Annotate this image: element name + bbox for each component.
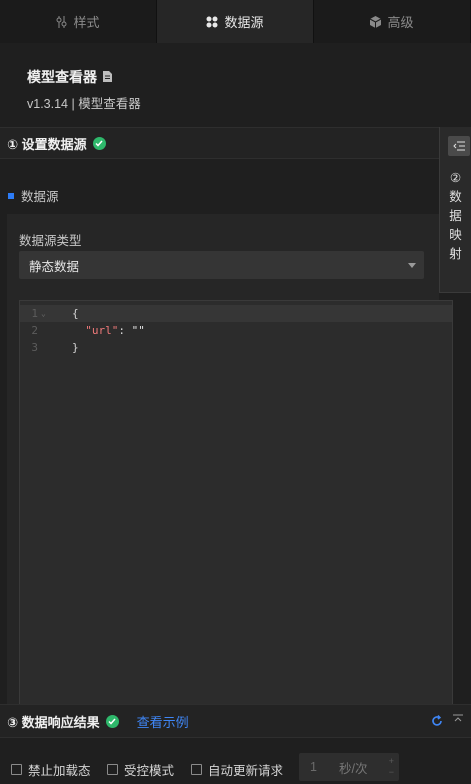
checkbox-box[interactable]	[191, 764, 202, 775]
line-number: 2	[31, 324, 38, 337]
component-title: 模型查看器	[27, 67, 112, 87]
disable-loading-label: 禁止加载态	[28, 764, 91, 778]
response-options-bar: 禁止加载态 受控模式 自动更新请求 1 秒/次 + −	[0, 737, 471, 784]
data-mapping-label: ②数据映射	[440, 169, 471, 264]
tab-datasource[interactable]: 数据源	[157, 0, 314, 43]
code-line: 3 }	[20, 339, 452, 356]
checkbox-box[interactable]	[11, 764, 22, 775]
controlled-mode-checkbox[interactable]: 受控模式	[107, 760, 174, 779]
code-text: "url": ""	[54, 324, 145, 337]
component-header: 模型查看器 v1.3.14 | 模型查看器	[0, 43, 471, 127]
code-colon: :	[118, 324, 132, 337]
disable-loading-checkbox[interactable]: 禁止加载态	[11, 760, 91, 779]
datasource-type-select[interactable]: 静态数据	[19, 251, 424, 279]
line-number: 1	[31, 307, 38, 320]
interval-unit: 秒/次	[339, 761, 368, 776]
code-editor[interactable]: 1 ⌄ { 2 "url": "" 3 }	[19, 300, 453, 704]
stepper-icon[interactable]: + −	[389, 756, 394, 778]
auto-update-checkbox[interactable]: 自动更新请求	[191, 760, 283, 779]
code-line: 1 ⌄ {	[20, 305, 452, 322]
tab-advanced[interactable]: 高级	[314, 0, 471, 43]
sliders-icon	[56, 15, 67, 28]
tab-advanced-label: 高级	[387, 15, 414, 30]
tab-style[interactable]: 样式	[0, 0, 157, 43]
document-icon[interactable]	[103, 69, 112, 85]
tab-style-label: 样式	[73, 15, 100, 30]
interval-value: 1	[310, 760, 317, 774]
check-circle-icon	[105, 714, 119, 728]
data-mapping-text: ②数据映射	[449, 171, 462, 261]
section-set-datasource[interactable]: ① 设置数据源	[0, 127, 439, 159]
code-value: ""	[131, 324, 145, 337]
section-response-result-label: ③ 数据响应结果	[7, 714, 100, 730]
indent-icon	[453, 141, 465, 151]
view-example-link[interactable]: 查看示例	[137, 712, 189, 731]
check-circle-icon	[92, 136, 106, 150]
code-key: "url"	[85, 324, 119, 337]
datasource-panel: 数据源类型 静态数据 1 ⌄ { 2 "url": "" 3 }	[7, 214, 453, 704]
datasource-type-label: 数据源类型	[19, 234, 82, 248]
bullet-square-icon	[8, 192, 14, 199]
code-text: }	[72, 341, 79, 354]
checkbox-box[interactable]	[107, 764, 118, 775]
datasource-heading: 数据源	[8, 186, 59, 205]
line-number: 3	[31, 341, 38, 354]
code-line: 2 "url": ""	[20, 322, 452, 339]
datasource-type-value: 静态数据	[29, 259, 80, 274]
panel-tabs: 样式 数据源 高级	[0, 0, 471, 43]
caret-down-icon	[408, 263, 416, 268]
datasource-heading-label: 数据源	[21, 190, 59, 204]
fold-chevron-icon[interactable]: ⌄	[38, 309, 54, 318]
cube-icon	[370, 15, 382, 28]
component-version: v1.3.14 | 模型查看器	[27, 97, 141, 111]
section-response-result[interactable]: ③ 数据响应结果 查看示例	[0, 704, 471, 737]
collapse-up-icon[interactable]	[453, 714, 463, 726]
tab-datasource-label: 数据源	[224, 15, 264, 30]
collapse-panel-button[interactable]	[448, 136, 470, 156]
component-title-text: 模型查看器	[27, 69, 97, 85]
interval-input[interactable]: 1 秒/次 + −	[299, 753, 399, 781]
data-mapping-sidebar[interactable]: ②数据映射	[439, 127, 471, 293]
refresh-icon[interactable]	[431, 715, 443, 730]
datasource-icon	[206, 16, 218, 28]
code-text: {	[72, 307, 79, 320]
controlled-mode-label: 受控模式	[124, 764, 175, 778]
section-set-datasource-label: ① 设置数据源	[7, 136, 87, 152]
auto-update-label: 自动更新请求	[208, 764, 284, 778]
